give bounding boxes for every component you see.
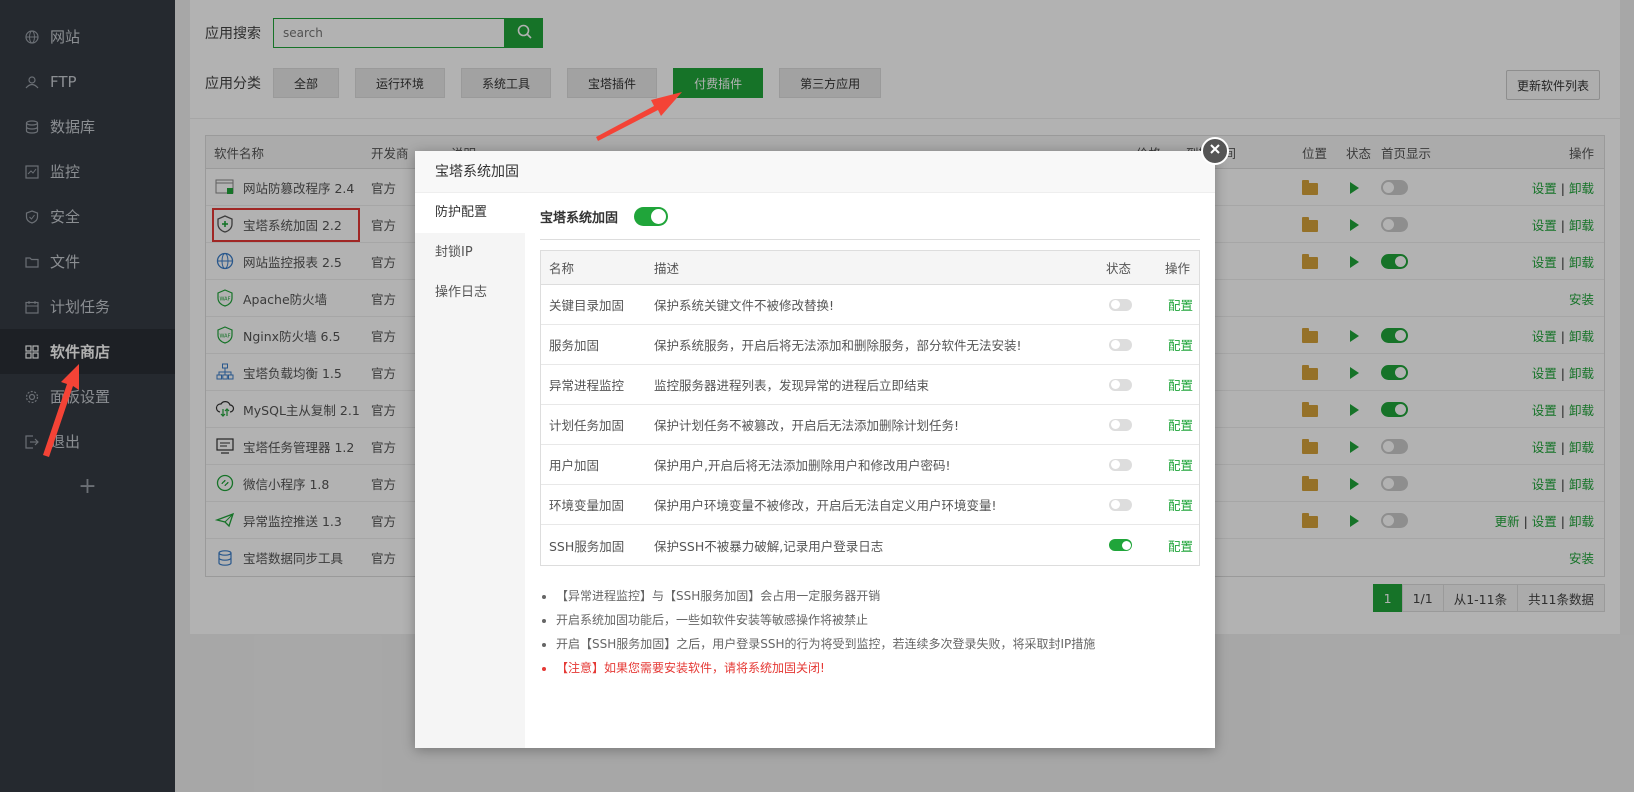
close-button[interactable]	[1201, 137, 1229, 165]
rule-name: 服务加固	[549, 338, 600, 353]
rule-toggle[interactable]	[1109, 378, 1132, 391]
rule-desc: 保护计划任务不被篡改，开启后无法添加删除计划任务!	[654, 418, 960, 433]
table-row: 环境变量加固 保护用户环境变量不被修改，开启后无法自定义用户环境变量! 配置	[541, 485, 1199, 525]
config-link[interactable]: 配置	[1168, 375, 1193, 394]
header-operation: 操作	[1165, 261, 1191, 276]
warning-note: 【注意】如果您需要安装软件，请将系统加固关闭!	[556, 656, 1200, 680]
header-name: 名称	[549, 261, 575, 276]
rule-toggle[interactable]	[1109, 539, 1132, 551]
table-row: 用户加固 保护用户,开启后将无法添加删除用户和修改用户密码! 配置	[541, 445, 1199, 485]
rule-desc: 保护系统关键文件不被修改替换!	[654, 298, 835, 313]
rule-desc: 保护SSH不被暴力破解,记录用户登录日志	[654, 538, 884, 554]
table-row: 关键目录加固 保护系统关键文件不被修改替换! 配置	[541, 285, 1199, 325]
table-row: 服务加固 保护系统服务，开启后将无法添加和删除服务，部分软件无法安装! 配置	[541, 325, 1199, 365]
notes-list: 【异常进程监控】与【SSH服务加固】会占用一定服务器开销 开启系统加固功能后，一…	[540, 584, 1200, 680]
header-status: 状态	[1106, 261, 1132, 276]
rule-name: 计划任务加固	[549, 418, 625, 433]
rule-toggle[interactable]	[1109, 298, 1132, 311]
rule-toggle[interactable]	[1109, 418, 1132, 431]
tab-block-ip[interactable]: 封锁IP	[415, 233, 525, 273]
table-row: 异常进程监控 监控服务器进程列表，发现异常的进程后立即结束 配置	[541, 365, 1199, 405]
table-row: 计划任务加固 保护计划任务不被篡改，开启后无法添加删除计划任务! 配置	[541, 405, 1199, 445]
modal-body: 宝塔系统加固 名称 描述 状态 操作 关键目录加固 保护系统关键文件不被修改替换…	[540, 193, 1200, 748]
system-hardening-modal: 宝塔系统加固 防护配置 封锁IP 操作日志 宝塔系统加固 名称 描述 状态 操作…	[415, 137, 1229, 748]
rule-desc: 监控服务器进程列表，发现异常的进程后立即结束	[654, 378, 930, 393]
rule-name: 关键目录加固	[549, 298, 625, 313]
tab-operation-log[interactable]: 操作日志	[415, 273, 525, 313]
rule-desc: 保护系统服务，开启后将无法添加和删除服务，部分软件无法安装!	[654, 338, 1022, 353]
note-item: 开启【SSH服务加固】之后，用户登录SSH的行为将受到监控，若连续多次登录失败，…	[556, 632, 1200, 656]
rule-name: SSH服务加固	[549, 538, 625, 554]
close-icon	[1209, 143, 1221, 159]
rule-name: 用户加固	[549, 458, 600, 473]
config-link[interactable]: 配置	[1168, 495, 1193, 514]
hardening-table: 名称 描述 状态 操作 关键目录加固 保护系统关键文件不被修改替换! 配置 服务…	[540, 250, 1200, 566]
tab-protection-config[interactable]: 防护配置	[415, 193, 525, 233]
rule-desc: 保护用户环境变量不被修改，开启后无法自定义用户环境变量!	[654, 498, 997, 513]
config-link[interactable]: 配置	[1168, 335, 1193, 354]
config-link[interactable]: 配置	[1168, 536, 1193, 555]
main-hardening-toggle[interactable]	[634, 206, 669, 226]
note-item: 开启系统加固功能后，一些如软件安装等敏感操作将被禁止	[556, 608, 1200, 632]
arrow-to-software-store	[43, 364, 79, 457]
modal-sidebar: 防护配置 封锁IP 操作日志	[415, 193, 525, 748]
hardening-table-header: 名称 描述 状态 操作	[541, 251, 1199, 285]
rule-name: 环境变量加固	[549, 498, 625, 513]
rule-name: 异常进程监控	[549, 378, 625, 393]
rule-toggle[interactable]	[1109, 338, 1132, 351]
config-link[interactable]: 配置	[1168, 415, 1193, 434]
main-switch-label: 宝塔系统加固	[540, 210, 619, 226]
rule-toggle[interactable]	[1109, 498, 1132, 511]
config-link[interactable]: 配置	[1168, 295, 1193, 314]
note-item: 【异常进程监控】与【SSH服务加固】会占用一定服务器开销	[556, 584, 1200, 608]
table-row: SSH服务加固 保护SSH不被暴力破解,记录用户登录日志 配置	[541, 525, 1199, 565]
rule-desc: 保护用户,开启后将无法添加删除用户和修改用户密码!	[654, 458, 951, 473]
arrow-to-paid-plugins	[596, 92, 682, 141]
modal-title: 宝塔系统加固	[415, 151, 1215, 193]
config-link[interactable]: 配置	[1168, 455, 1193, 474]
rule-toggle[interactable]	[1109, 458, 1132, 471]
header-desc: 描述	[654, 261, 680, 276]
